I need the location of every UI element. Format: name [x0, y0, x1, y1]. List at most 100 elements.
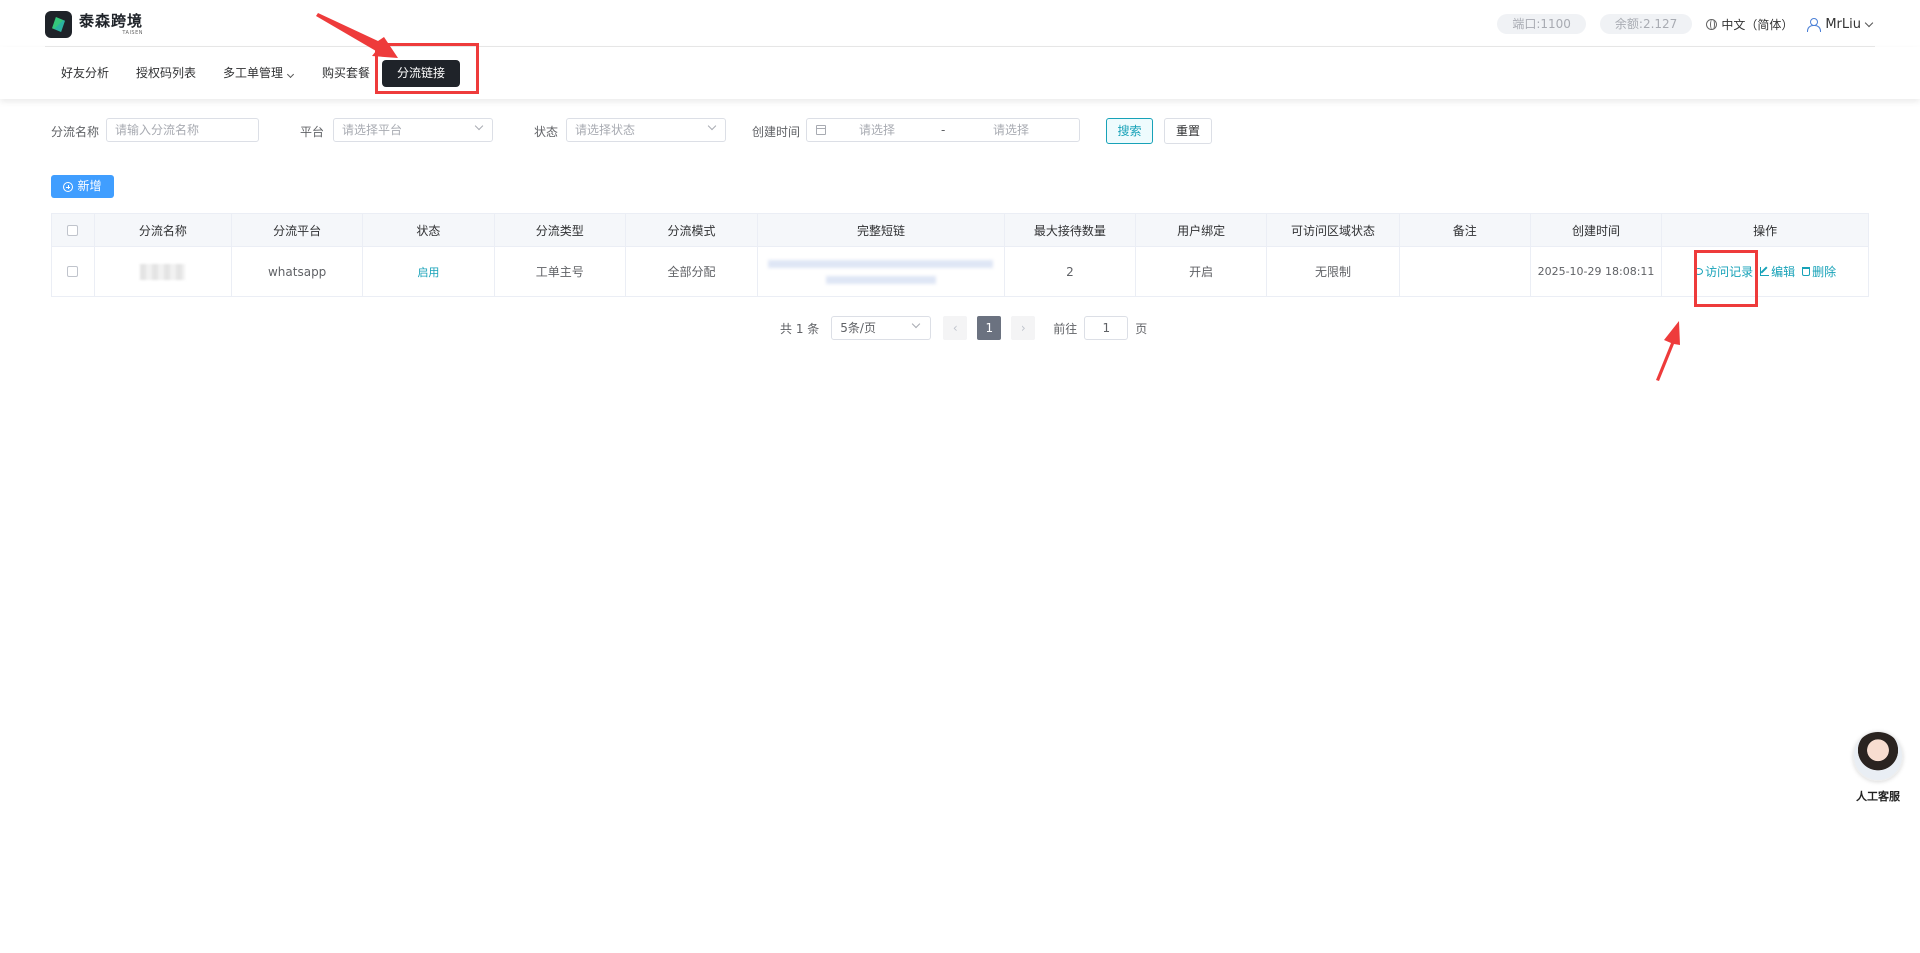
cell-region-status: 无限制 [1267, 247, 1400, 296]
end-date-input[interactable]: 请选择 [993, 119, 1029, 141]
cell-created: 2025-10-29 18:08:11 [1531, 247, 1663, 296]
nav-item-auth-codes[interactable]: 授权码列表 [136, 60, 196, 87]
row-checkbox[interactable] [67, 266, 79, 277]
page-unit-label: 页 [1135, 321, 1148, 336]
platform-label: 平台 [300, 125, 325, 139]
cell-note [1400, 247, 1531, 296]
search-button[interactable]: 搜索 [1106, 118, 1153, 144]
support-label: 人工客服 [1856, 790, 1900, 803]
split-links-table: 分流名称 分流平台 状态 分流类型 分流模式 完整短链 最大接待数量 用户绑定 … [51, 213, 1869, 297]
edit-link[interactable]: 编辑 [1760, 263, 1795, 280]
status-label: 状态 [534, 125, 559, 139]
language-switcher[interactable]: 中文（简体） [1706, 16, 1793, 33]
column-header: 可访问区域状态 [1267, 214, 1400, 246]
status-badge: 启用 [417, 265, 440, 279]
column-header: 分流模式 [626, 214, 759, 246]
username: MrLiu [1825, 16, 1861, 32]
select-all-cell [52, 214, 95, 246]
add-button[interactable]: 新增 [51, 175, 114, 198]
chevron-right-icon: › [1020, 321, 1026, 335]
platform-select[interactable]: 请选择平台 [333, 118, 493, 142]
annotation-box-nav [375, 43, 479, 94]
column-header: 状态 [363, 214, 495, 246]
port-badge: 端口:1100 [1497, 14, 1586, 34]
cell-max-reception: 2 [1005, 247, 1137, 296]
cell-type: 工单主号 [495, 247, 626, 296]
goto-page-input[interactable]: 1 [1084, 316, 1129, 340]
chevron-down-icon [912, 319, 921, 329]
page-number[interactable]: 1 [977, 316, 1002, 340]
brand-name: 泰森跨境 [79, 12, 144, 30]
delete-link[interactable]: 删除 [1802, 263, 1836, 280]
column-header: 最大接待数量 [1005, 214, 1137, 246]
column-header: 备注 [1400, 214, 1531, 246]
page-size-value: 5条/页 [840, 321, 876, 335]
row-select-cell [52, 247, 95, 296]
balance-badge: 余额:2.127 [1599, 14, 1693, 34]
name-input[interactable]: 请输入分流名称 [106, 118, 259, 142]
status-select[interactable]: 请选择状态 [566, 118, 726, 142]
start-date-input[interactable]: 请选择 [859, 119, 895, 141]
name-label: 分流名称 [51, 125, 100, 139]
top-bar: 泰森跨境 TAISEN 端口:1100 余额:2.127 中文（简体） MrLi… [0, 0, 1920, 46]
filter-bar: 分流名称 请输入分流名称 平台 请选择平台 状态 请选择状态 创建时间 请选择 … [0, 118, 1920, 144]
chevron-down-icon [286, 70, 295, 79]
date-range-picker[interactable]: 请选择 - 请选择 [806, 118, 1080, 142]
chevron-down-icon [1864, 18, 1874, 27]
annotation-box-visit [1694, 250, 1758, 307]
column-header: 分流名称 [95, 214, 233, 246]
trash-icon [1802, 267, 1811, 276]
logo-icon [45, 11, 72, 38]
prev-page-button[interactable]: ‹ [943, 316, 968, 340]
select-all-checkbox[interactable] [67, 224, 79, 236]
nav-item-multi-ticket[interactable]: 多工单管理 [223, 60, 295, 87]
cell-user-binding: 开启 [1136, 247, 1268, 296]
support-avatar [1853, 731, 1903, 781]
blurred-short-link[interactable] [768, 259, 994, 284]
total-count: 共 1 条 [780, 321, 820, 336]
chevron-down-icon [707, 121, 717, 131]
edit-icon [1760, 267, 1770, 276]
pagination: 共 1 条 5条/页 ‹ 1 › 前往 1 页 [780, 316, 1147, 340]
globe-icon [1706, 18, 1718, 30]
cell-mode: 全部分配 [626, 247, 759, 296]
plus-circle-icon [63, 181, 74, 192]
cell-platform: whatsapp [232, 247, 364, 296]
chevron-left-icon: ‹ [952, 321, 958, 335]
table-header: 分流名称 分流平台 状态 分流类型 分流模式 完整短链 最大接待数量 用户绑定 … [52, 214, 1868, 247]
page-size-select[interactable]: 5条/页 [831, 316, 932, 340]
column-header: 分流类型 [495, 214, 626, 246]
arrow-visit [1656, 321, 1680, 381]
brand-logo[interactable]: 泰森跨境 TAISEN [45, 11, 143, 38]
blurred-link-line [768, 259, 994, 268]
table-row: whatsapp 启用 工单主号 全部分配 2 开启 无限制 2025-10-2… [52, 247, 1868, 297]
created-label: 创建时间 [752, 125, 801, 139]
brand-sub: TAISEN [122, 30, 144, 36]
chevron-down-icon [474, 121, 484, 131]
edit-label: 编辑 [1771, 265, 1796, 279]
cell-name [95, 247, 233, 296]
goto-label: 前往 [1053, 321, 1078, 336]
reset-button[interactable]: 重置 [1164, 118, 1212, 144]
column-header: 用户绑定 [1136, 214, 1268, 246]
status-placeholder: 请选择状态 [575, 123, 636, 137]
add-label: 新增 [77, 179, 102, 193]
user-menu[interactable]: MrLiu [1807, 16, 1874, 32]
customer-support[interactable]: 人工客服 [1852, 731, 1904, 804]
user-icon [1807, 17, 1822, 32]
nav-item-friend-analysis[interactable]: 好友分析 [61, 60, 109, 87]
blurred-link-line [825, 275, 936, 284]
column-header: 创建时间 [1531, 214, 1663, 246]
nav-item-buy-package[interactable]: 购买套餐 [322, 60, 370, 87]
blurred-name [140, 263, 186, 280]
range-separator: - [941, 123, 946, 137]
cell-link [758, 247, 1005, 296]
nav-item-label: 多工单管理 [223, 66, 284, 80]
platform-placeholder: 请选择平台 [342, 123, 403, 137]
language-label: 中文（简体） [1721, 17, 1794, 32]
column-header: 分流平台 [232, 214, 364, 246]
delete-label: 删除 [1812, 265, 1837, 279]
next-page-button[interactable]: › [1011, 316, 1036, 340]
column-header: 完整短链 [758, 214, 1005, 246]
calendar-icon [816, 125, 826, 135]
